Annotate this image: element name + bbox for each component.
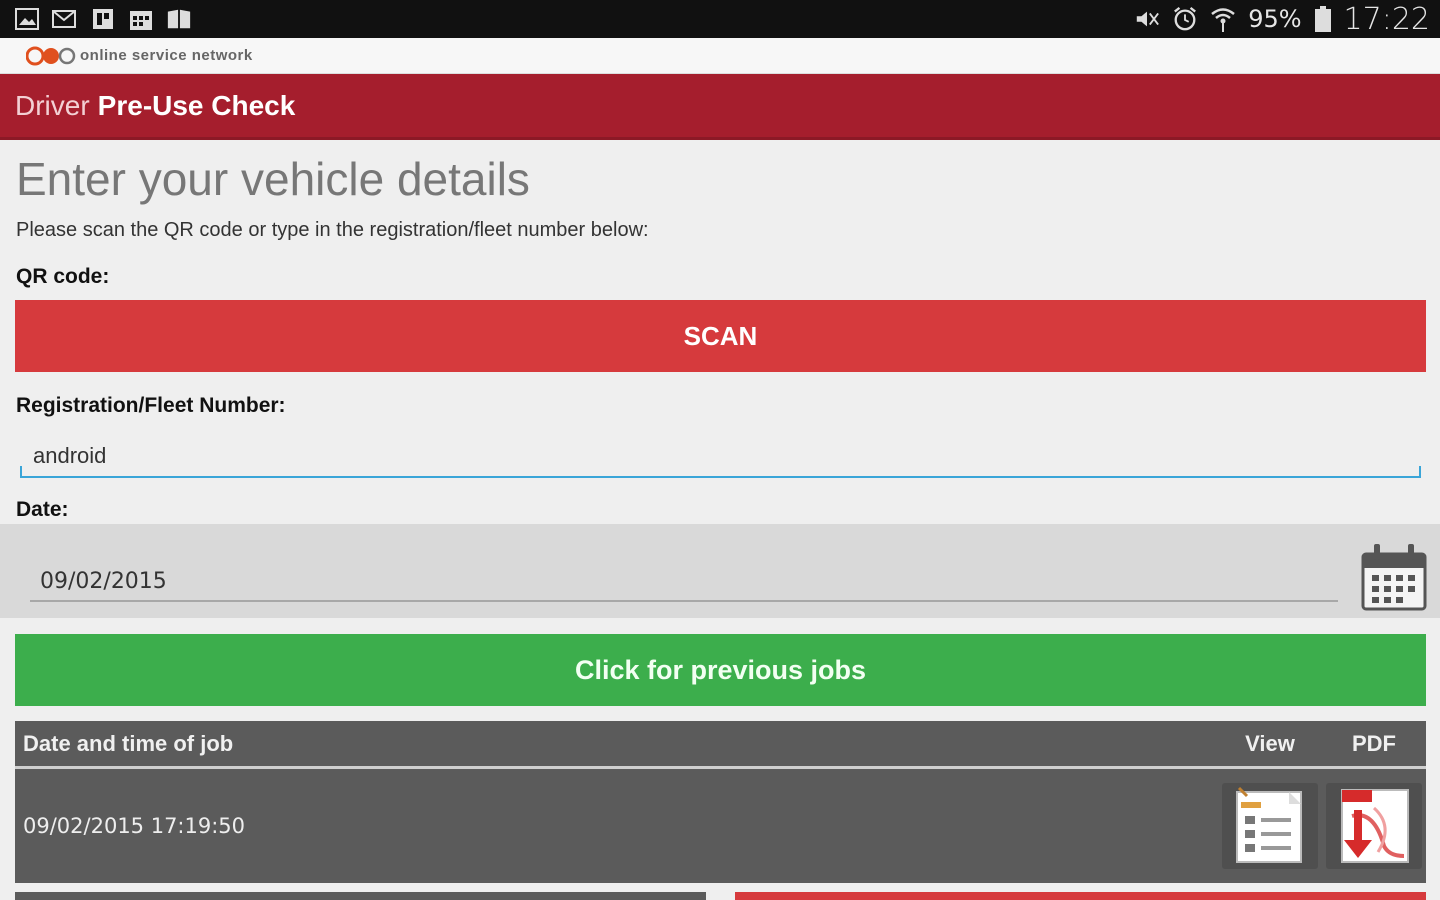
table-row: 09/02/2015 17:19:50 <box>15 769 1426 883</box>
app-title-pre-use-check: Pre-Use Check <box>97 89 296 121</box>
page-title: Enter your vehicle details <box>16 153 530 205</box>
pdf-download-icon[interactable] <box>1326 783 1422 869</box>
notification-icons <box>0 7 192 31</box>
status-bar: 95% 17:22 <box>0 0 1440 38</box>
header-pdf: PDF <box>1352 730 1396 756</box>
app-icon <box>90 7 116 31</box>
previous-jobs-button[interactable]: Click for previous jobs <box>15 634 1426 706</box>
header-date: Date and time of job <box>23 730 234 756</box>
registration-input[interactable] <box>20 436 1421 478</box>
view-report-icon[interactable] <box>1222 783 1318 869</box>
calendar-icon <box>128 7 154 31</box>
app-header: Driver Pre-Use Check <box>0 74 1440 140</box>
date-label: Date: <box>16 498 69 521</box>
brand-strip: online service network <box>0 38 1440 74</box>
bottom-strip-right <box>735 892 1426 900</box>
job-datetime: 09/02/2015 17:19:50 <box>23 814 246 838</box>
jobs-table-header: Date and time of job View PDF <box>15 721 1426 769</box>
clock: 17:22 <box>1343 1 1430 37</box>
qr-code-label: QR code: <box>16 265 110 288</box>
image-icon <box>14 7 40 31</box>
wifi-icon <box>1210 7 1236 32</box>
header-view: View <box>1245 730 1295 756</box>
calendar-picker-icon[interactable] <box>1360 542 1428 612</box>
mute-icon <box>1134 7 1160 31</box>
brand-logo-icon <box>26 44 76 68</box>
input-edge-right <box>1419 466 1421 478</box>
input-edge-left <box>20 466 22 478</box>
mail-icon <box>52 7 78 31</box>
date-row <box>0 524 1440 618</box>
battery-percent: 95% <box>1248 5 1302 33</box>
app-title-driver: Driver <box>15 89 90 121</box>
system-icons: 95% 17:22 <box>1134 2 1440 37</box>
page-subtitle: Please scan the QR code or type in the r… <box>16 219 649 241</box>
book-icon <box>166 7 192 31</box>
alarm-icon <box>1172 6 1198 31</box>
registration-label: Registration/Fleet Number: <box>16 394 286 417</box>
battery-icon <box>1314 6 1332 32</box>
date-input[interactable] <box>30 562 1338 602</box>
jobs-table: Date and time of job View PDF 09/02/2015… <box>15 721 1426 883</box>
brand-text: online service network <box>80 47 253 64</box>
scan-button[interactable]: SCAN <box>15 300 1426 372</box>
bottom-strip-left <box>15 892 706 900</box>
